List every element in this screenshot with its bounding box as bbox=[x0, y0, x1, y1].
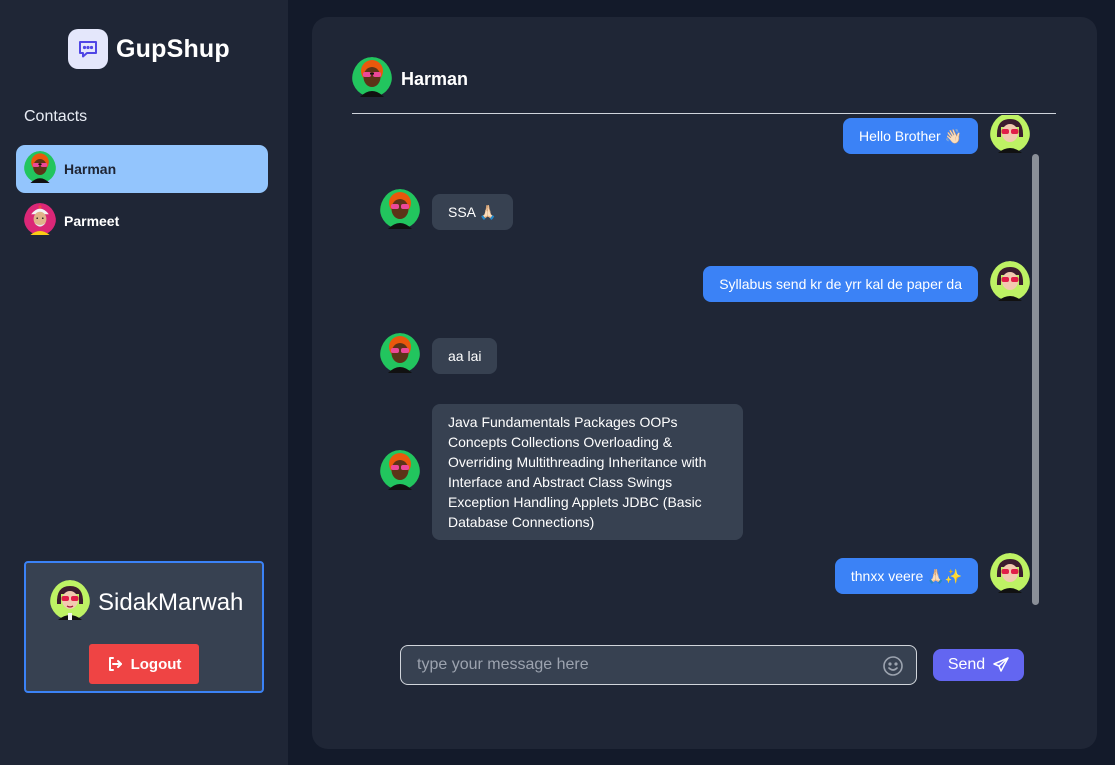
paper-plane-icon bbox=[993, 657, 1009, 673]
message-bubble: Hello Brother 👋🏻 bbox=[842, 117, 978, 154]
messages-scrollbar[interactable] bbox=[1032, 154, 1039, 605]
contact-name: Harman bbox=[64, 161, 117, 177]
chat-header: Harman bbox=[352, 57, 468, 102]
contacts-heading: Contacts bbox=[24, 108, 88, 125]
message-outgoing: Hello Brother 👋🏻 bbox=[842, 115, 1030, 158]
message-outgoing: thnxx veere 🙏🏻✨ bbox=[834, 553, 1030, 598]
logout-button[interactable]: Logout bbox=[89, 644, 199, 684]
message-incoming: Java Fundamentals Packages OOPs Concepts… bbox=[380, 404, 743, 540]
message-incoming: SSA 🙏🏻 bbox=[380, 189, 513, 234]
logout-label: Logout bbox=[130, 655, 182, 673]
avatar-sidak-icon bbox=[990, 261, 1030, 306]
contact-parmeet[interactable]: Parmeet bbox=[16, 197, 268, 245]
current-user: SidakMarwah bbox=[50, 580, 243, 625]
chat-contact-name: Harman bbox=[401, 69, 469, 89]
message-input[interactable] bbox=[401, 646, 916, 684]
avatar-parmeet-icon bbox=[24, 202, 56, 240]
message-bubble: Java Fundamentals Packages OOPs Concepts… bbox=[432, 404, 743, 540]
send-label: Send bbox=[947, 656, 986, 673]
send-button[interactable]: Send bbox=[933, 649, 1024, 681]
avatar-harman-icon bbox=[380, 189, 420, 234]
contact-name: Parmeet bbox=[64, 213, 120, 229]
current-user-card: SidakMarwah Logout bbox=[24, 561, 264, 693]
header-divider bbox=[352, 113, 1056, 114]
avatar-harman-icon bbox=[380, 449, 420, 495]
smiley-icon[interactable] bbox=[882, 655, 904, 677]
message-bubble: SSA 🙏🏻 bbox=[432, 193, 513, 230]
message-composer bbox=[400, 645, 917, 685]
contact-harman[interactable]: Harman bbox=[16, 145, 268, 193]
message-incoming: aa lai bbox=[380, 333, 498, 378]
avatar-harman-icon bbox=[380, 333, 420, 378]
app-name: GupShup bbox=[116, 34, 230, 63]
chat-bubble-icon bbox=[68, 29, 108, 69]
message-outgoing: Syllabus send kr de yrr kal de paper da bbox=[703, 261, 1030, 306]
avatar-harman-icon bbox=[24, 150, 56, 188]
avatar-sidak-icon bbox=[50, 580, 90, 625]
sidebar: GupShup Contacts Harman Parmeet SidakMar… bbox=[0, 0, 288, 765]
message-bubble: Syllabus send kr de yrr kal de paper da bbox=[703, 265, 978, 302]
avatar-harman-icon bbox=[352, 57, 392, 102]
message-bubble: thnxx veere 🙏🏻✨ bbox=[834, 557, 978, 594]
avatar-sidak-icon bbox=[990, 553, 1030, 598]
current-user-name: SidakMarwah bbox=[98, 588, 244, 616]
message-list[interactable]: Hello Brother 👋🏻 SSA 🙏🏻 Syllabus send kr… bbox=[352, 115, 1042, 615]
sign-out-icon bbox=[107, 656, 123, 672]
avatar-sidak-icon bbox=[990, 115, 1030, 158]
chat-panel: Harman Hello Brother 👋🏻 SSA 🙏🏻 Syllabus … bbox=[312, 17, 1097, 749]
message-bubble: aa lai bbox=[432, 337, 498, 374]
brand: GupShup bbox=[68, 29, 230, 69]
